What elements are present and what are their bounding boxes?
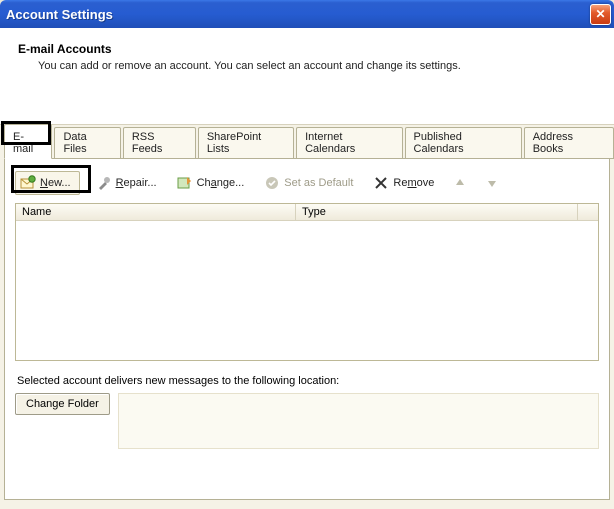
change-folder-label: Change Folder [26, 398, 99, 410]
titlebar: Account Settings ✕ [0, 0, 614, 28]
new-mail-icon [20, 175, 36, 191]
tab-sharepoint-lists[interactable]: SharePoint Lists [198, 127, 294, 159]
header-subtext: You can add or remove an account. You ca… [38, 60, 604, 72]
dialog-header: E-mail Accounts You can add or remove an… [0, 28, 614, 124]
tab-published-calendars[interactable]: Published Calendars [405, 127, 522, 159]
arrow-up-icon [454, 177, 466, 189]
toolbar: New... Repair... Chang [15, 169, 599, 203]
column-spacer [578, 204, 598, 220]
set-default-label: Set as Default [284, 177, 353, 189]
window-title: Account Settings [6, 7, 590, 22]
check-circle-icon [264, 175, 280, 191]
tab-internet-calendars[interactable]: Internet Calendars [296, 127, 402, 159]
remove-button[interactable]: Remove [369, 173, 438, 193]
dialog-body: E-mail Data Files RSS Feeds SharePoint L… [0, 124, 614, 509]
tab-panel: New... Repair... Chang [4, 158, 610, 500]
move-up-button [450, 175, 470, 191]
repair-icon [96, 175, 112, 191]
change-icon [177, 175, 193, 191]
change-button-label: Change... [197, 177, 245, 189]
account-list-header: Name Type [16, 204, 598, 221]
delivery-label: Selected account delivers new messages t… [17, 375, 599, 387]
new-button[interactable]: New... [15, 171, 80, 195]
repair-button-label: Repair... [116, 177, 157, 189]
close-icon: ✕ [595, 8, 605, 20]
arrow-down-icon [486, 177, 498, 189]
delivery-location-box [118, 393, 599, 449]
window-close-button[interactable]: ✕ [590, 4, 611, 25]
header-heading: E-mail Accounts [18, 42, 604, 56]
tab-address-books[interactable]: Address Books [524, 127, 614, 159]
new-button-label: New... [40, 177, 71, 189]
remove-icon [373, 175, 389, 191]
account-list[interactable]: Name Type [15, 203, 599, 361]
tab-strip: E-mail Data Files RSS Feeds SharePoint L… [0, 124, 614, 159]
repair-button[interactable]: Repair... [92, 173, 161, 193]
tab-data-files[interactable]: Data Files [54, 127, 120, 159]
set-default-button: Set as Default [260, 173, 357, 193]
tab-rss-feeds[interactable]: RSS Feeds [123, 127, 196, 159]
remove-button-label: Remove [393, 177, 434, 189]
change-button[interactable]: Change... [173, 173, 249, 193]
column-type[interactable]: Type [296, 204, 578, 220]
move-down-button [482, 175, 502, 191]
delivery-row: Change Folder [15, 393, 599, 449]
tab-email[interactable]: E-mail [4, 124, 52, 159]
change-folder-button[interactable]: Change Folder [15, 393, 110, 415]
column-name[interactable]: Name [16, 204, 296, 220]
